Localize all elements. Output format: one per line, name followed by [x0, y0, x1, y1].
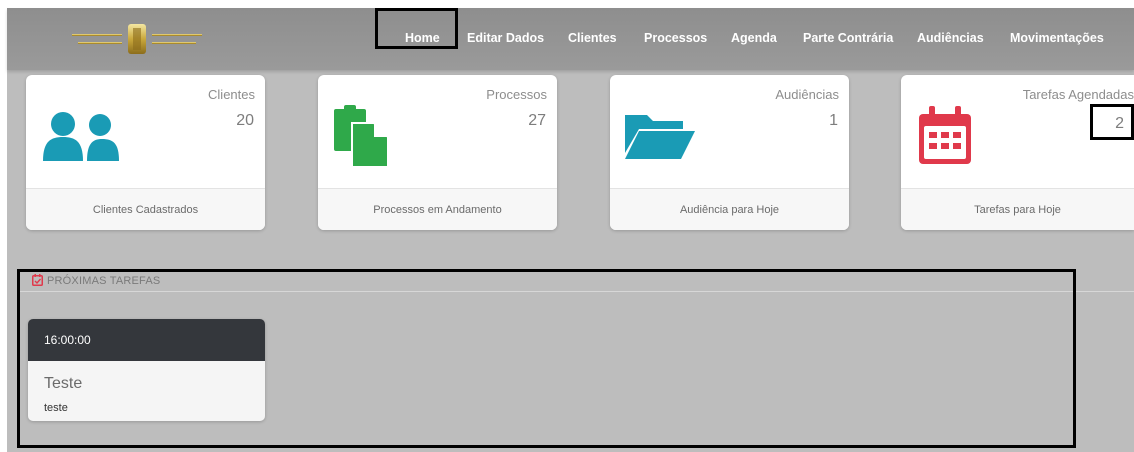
calendar-icon — [919, 106, 971, 164]
nav-movimentacoes[interactable]: Movimentações — [1010, 8, 1104, 70]
card-clientes[interactable]: Clientes 20 Clientes Cadastrados — [26, 75, 265, 230]
card-label: Processos — [486, 87, 547, 102]
card-label: Clientes — [208, 87, 255, 102]
nav-clientes[interactable]: Clientes — [568, 8, 617, 70]
nav-editar-dados[interactable]: Editar Dados — [467, 8, 544, 70]
card-label: Tarefas Agendadas — [1022, 87, 1134, 102]
card-value: 20 — [236, 112, 254, 129]
card-value: 1 — [829, 112, 838, 129]
card-label: Audiências — [775, 87, 839, 102]
card-value: 27 — [528, 112, 546, 129]
top-navbar: Home Editar Dados Clientes Processos Age… — [7, 8, 1134, 70]
tasks-highlight-box — [17, 269, 1076, 448]
folder-open-icon — [625, 115, 695, 159]
nav-agenda[interactable]: Agenda — [731, 8, 777, 70]
nav-processos[interactable]: Processos — [644, 8, 707, 70]
card-processos[interactable]: Processos 27 Processos em Andamento — [318, 75, 557, 230]
card-footer[interactable]: Processos em Andamento — [318, 188, 557, 230]
home-highlight-box — [375, 8, 458, 49]
card-footer[interactable]: Audiência para Hoje — [610, 188, 849, 230]
nav-audiencias[interactable]: Audiências — [917, 8, 984, 70]
copy-documents-icon — [334, 105, 389, 167]
card-footer[interactable]: Clientes Cadastrados — [26, 188, 265, 230]
nav-parte-contraria[interactable]: Parte Contrária — [803, 8, 893, 70]
users-icon — [43, 112, 119, 161]
card-tarefas-agendadas[interactable]: Tarefas Agendadas 2 Tarefas para Hoje — [901, 75, 1134, 230]
card-footer[interactable]: Tarefas para Hoje — [901, 188, 1134, 230]
card-audiencias[interactable]: Audiências 1 Audiência para Hoje — [610, 75, 849, 230]
brand-logo-icon[interactable] — [72, 22, 202, 56]
value-highlight-box — [1090, 104, 1134, 140]
